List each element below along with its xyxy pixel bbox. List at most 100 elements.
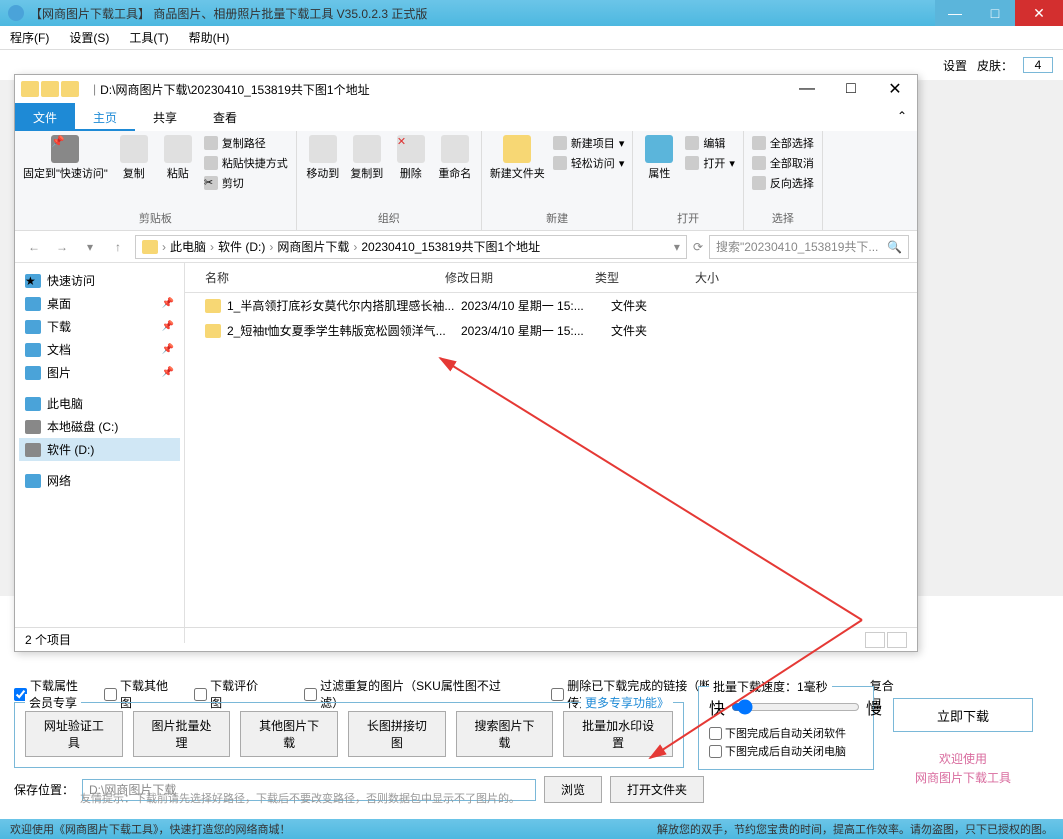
dl-eval-check[interactable]	[194, 688, 207, 701]
col-size[interactable]: 大小	[695, 269, 775, 286]
nav-quickaccess[interactable]: ★快速访问	[19, 269, 180, 292]
forward-button[interactable]: →	[51, 236, 73, 258]
nav-pane: ★快速访问 桌面📌 下载📌 文档📌 图片📌 此电脑 本地磁盘 (C:) 软件 (…	[15, 263, 185, 643]
new-folder-button[interactable]: 新建文件夹	[490, 135, 545, 181]
history-dropdown[interactable]: ▾	[79, 236, 101, 258]
download-now-button[interactable]: 立即下载	[893, 698, 1033, 732]
menu-help[interactable]: 帮助(H)	[189, 29, 230, 46]
breadcrumb-bar: ← → ▾ ↑ › 此电脑› 软件 (D:)› 网商图片下载› 20230410…	[15, 231, 917, 263]
close-soft-check[interactable]	[709, 727, 722, 740]
address-bar[interactable]: › 此电脑› 软件 (D:)› 网商图片下载› 20230410_153819共…	[135, 235, 687, 259]
minimize-button[interactable]: —	[935, 0, 975, 26]
select-all-button[interactable]: 全部选择	[752, 135, 814, 151]
url-verify-button[interactable]: 网址验证工具	[25, 711, 123, 757]
copy-button[interactable]: 复制	[116, 135, 152, 181]
col-name[interactable]: 名称	[185, 269, 445, 286]
footer: 欢迎使用《网商图片下载工具》，快速打造您的网络商城！ 解放您的双手，节约您宝贵的…	[0, 819, 1063, 839]
qat-icon[interactable]	[41, 81, 59, 97]
col-date[interactable]: 修改日期	[445, 269, 595, 286]
nav-downloads[interactable]: 下载📌	[19, 315, 180, 338]
nav-pictures[interactable]: 图片📌	[19, 361, 180, 384]
qat-icon[interactable]	[21, 81, 39, 97]
nav-disk-d[interactable]: 软件 (D:)	[19, 438, 180, 461]
long-image-button[interactable]: 长图拼接切图	[348, 711, 446, 757]
close-pc-check[interactable]	[709, 745, 722, 758]
explorer-titlebar: | D:\网商图片下载\20230410_153819共下图1个地址 — □ ✕	[15, 75, 917, 103]
copy-path-button[interactable]: 复制路径	[204, 135, 288, 151]
file-row[interactable]: 1_半高领打底衫女莫代尔内搭肌理感长袖... 2023/4/10 星期一 15:…	[185, 293, 917, 318]
pin-quickaccess-button[interactable]: 📌固定到"快速访问"	[23, 135, 108, 181]
paste-shortcut-button[interactable]: 粘贴快捷方式	[204, 155, 288, 171]
tab-home[interactable]: 主页	[75, 103, 135, 131]
up-button[interactable]: ↑	[107, 236, 129, 258]
copy-to-button[interactable]: 复制到	[349, 135, 385, 181]
app-title-text: 【网商图片下载工具】 商品图片、相册照片批量下载工具 V35.0.2.3 正式版	[30, 5, 427, 22]
nav-network[interactable]: 网络	[19, 469, 180, 492]
dl-other-check[interactable]	[104, 688, 117, 701]
folder-icon	[142, 240, 158, 254]
welcome-text: 欢迎使用 网商图片下载工具	[893, 750, 1033, 788]
scissors-icon: ✂	[204, 176, 218, 190]
open-button[interactable]: 打开 ▾	[685, 155, 735, 171]
col-type[interactable]: 类型	[595, 269, 695, 286]
other-dl-button[interactable]: 其他图片下载	[240, 711, 338, 757]
explorer-minimize[interactable]: —	[785, 75, 829, 103]
app-titlebar: 【网商图片下载工具】 商品图片、相册照片批量下载工具 V35.0.2.3 正式版…	[0, 0, 1063, 26]
pin-icon: 📌	[162, 367, 174, 378]
member-box: 会员专享 更多专享功能》 网址验证工具 图片批量处理 其他图片下载 长图拼接切图…	[14, 702, 684, 768]
hint-text: 友情提示：下载前请先选择好路径，下载后不要改变路径，否则数据包中显示不了图片的。	[80, 790, 520, 806]
paste-button[interactable]: 粘贴	[160, 135, 196, 181]
batch-process-button[interactable]: 图片批量处理	[133, 711, 231, 757]
view-details-icon[interactable]	[865, 632, 885, 648]
settings-link[interactable]: 设置	[943, 57, 967, 74]
nav-desktop[interactable]: 桌面📌	[19, 292, 180, 315]
ribbon-collapse-icon[interactable]: ⌃	[897, 109, 907, 123]
skin-input[interactable]	[1023, 57, 1053, 73]
folder-icon	[205, 299, 221, 313]
explorer-maximize[interactable]: □	[829, 75, 873, 103]
search-dl-button[interactable]: 搜索图片下载	[456, 711, 554, 757]
nav-documents[interactable]: 文档📌	[19, 338, 180, 361]
folder-icon	[205, 324, 221, 338]
tab-view[interactable]: 查看	[195, 103, 255, 131]
watermark-button[interactable]: 批量加水印设置	[563, 711, 673, 757]
more-features-link[interactable]: 更多专享功能》	[581, 694, 673, 711]
file-row[interactable]: 2_短袖t恤女夏季学生韩版宽松圆领洋气... 2023/4/10 星期一 15:…	[185, 318, 917, 343]
nav-thispc[interactable]: 此电脑	[19, 392, 180, 415]
filter-dup-check[interactable]	[304, 688, 317, 701]
search-input[interactable]: 搜索"20230410_153819共下... 🔍	[709, 235, 909, 259]
edit-button[interactable]: 编辑	[685, 135, 735, 151]
tab-file[interactable]: 文件	[15, 103, 75, 131]
delete-button[interactable]: ✕删除	[393, 135, 429, 181]
menu-settings[interactable]: 设置(S)	[69, 29, 109, 46]
pin-icon: 📌	[162, 321, 174, 332]
explorer-close[interactable]: ✕	[873, 75, 917, 103]
new-item-button[interactable]: 新建项目 ▾	[553, 135, 625, 151]
browse-button[interactable]: 浏览	[544, 776, 602, 803]
tab-share[interactable]: 共享	[135, 103, 195, 131]
open-folder-button[interactable]: 打开文件夹	[610, 776, 704, 803]
rename-button[interactable]: 重命名	[437, 135, 473, 181]
qat-icon[interactable]	[61, 81, 79, 97]
menu-tools[interactable]: 工具(T)	[129, 29, 168, 46]
menubar: 程序(F) 设置(S) 工具(T) 帮助(H)	[0, 26, 1063, 50]
refresh-button[interactable]: ⟳	[693, 240, 703, 254]
close-button[interactable]: ✕	[1015, 0, 1063, 26]
skin-label: 皮肤：	[977, 57, 1013, 74]
move-to-button[interactable]: 移动到	[305, 135, 341, 181]
invert-selection-button[interactable]: 反向选择	[752, 175, 814, 191]
easy-access-button[interactable]: 轻松访问 ▾	[553, 155, 625, 171]
speed-slider[interactable]	[731, 699, 860, 715]
view-thumbs-icon[interactable]	[887, 632, 907, 648]
select-none-button[interactable]: 全部取消	[752, 155, 814, 171]
cut-button[interactable]: ✂剪切	[204, 175, 288, 191]
del-done-check[interactable]	[551, 688, 564, 701]
properties-button[interactable]: 属性	[641, 135, 677, 181]
search-icon: 🔍	[887, 240, 902, 254]
maximize-button[interactable]: □	[975, 0, 1015, 26]
pin-icon: 📌	[162, 344, 174, 355]
back-button[interactable]: ←	[23, 236, 45, 258]
explorer-window: | D:\网商图片下载\20230410_153819共下图1个地址 — □ ✕…	[14, 74, 918, 652]
menu-program[interactable]: 程序(F)	[10, 29, 49, 46]
nav-disk-c[interactable]: 本地磁盘 (C:)	[19, 415, 180, 438]
